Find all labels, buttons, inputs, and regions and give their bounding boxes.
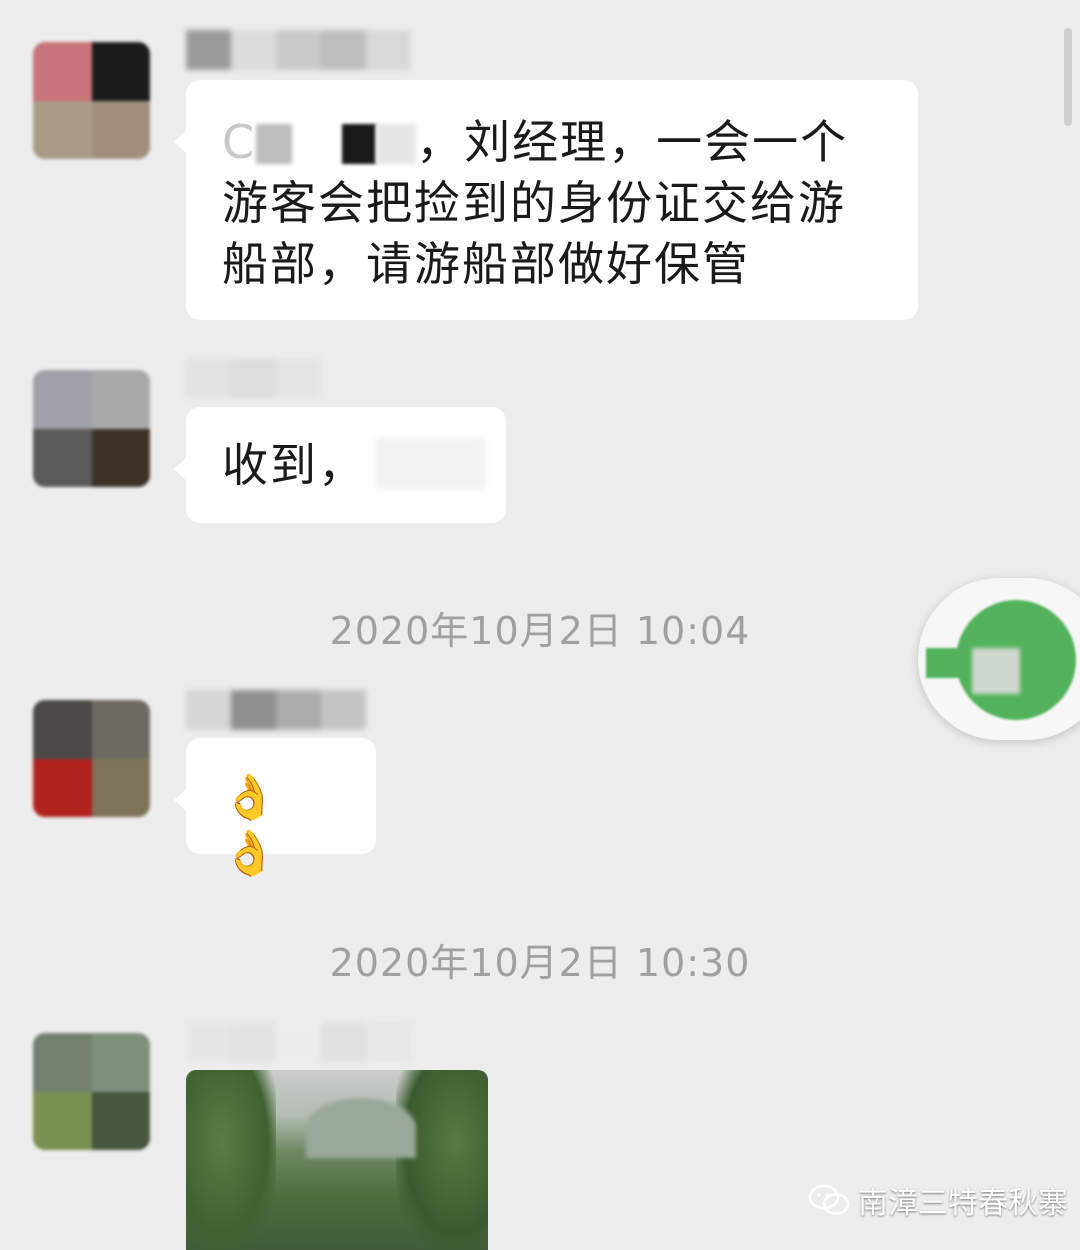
tree-shape bbox=[186, 1070, 276, 1250]
watermark: 南漳三特春秋寨 bbox=[808, 1178, 1068, 1222]
message-bubble[interactable]: 👌👌 bbox=[174, 738, 376, 879]
tree-shape bbox=[396, 1070, 488, 1250]
message-image[interactable] bbox=[186, 1070, 488, 1250]
scrollbar[interactable] bbox=[1064, 28, 1072, 126]
redacted-block bbox=[376, 437, 486, 489]
message-body: ，刘经理，一会一个游客会把捡到的身份证交给游船部，请游船部做好保管 bbox=[222, 115, 849, 291]
mountain-shape bbox=[306, 1098, 416, 1158]
message-bubble[interactable]: C ，刘经理，一会一个游客会把捡到的身份证交给游船部，请游船部做好保管 bbox=[174, 80, 918, 320]
avatar[interactable] bbox=[33, 700, 150, 817]
wechat-icon bbox=[808, 1184, 850, 1215]
watermark-text: 南漳三特春秋寨 bbox=[858, 1186, 1068, 1221]
redacted-block bbox=[342, 124, 377, 164]
sender-name-blurred bbox=[186, 1022, 411, 1062]
redacted-block bbox=[972, 648, 1020, 694]
timestamp: 2020年10月2日 10:30 bbox=[329, 941, 751, 985]
emoji-ok-hand-icon: 👌👌 bbox=[222, 772, 283, 879]
avatar[interactable] bbox=[33, 370, 150, 487]
floating-window-button[interactable] bbox=[918, 578, 1080, 740]
message-mention-prefix: C bbox=[222, 115, 257, 169]
message-bubble[interactable]: 收到， bbox=[174, 407, 506, 523]
message-text: 收到， bbox=[222, 438, 366, 492]
sender-name-blurred bbox=[186, 30, 411, 70]
redacted-block bbox=[376, 124, 417, 164]
redacted-block bbox=[256, 124, 293, 164]
sender-name-blurred bbox=[186, 358, 321, 398]
message-text: C ，刘经理，一会一个游客会把捡到的身份证交给游船部，请游船部做好保管 bbox=[222, 112, 882, 295]
avatar[interactable] bbox=[33, 1033, 150, 1150]
avatar[interactable] bbox=[33, 42, 150, 159]
sender-name-blurred bbox=[186, 690, 366, 730]
